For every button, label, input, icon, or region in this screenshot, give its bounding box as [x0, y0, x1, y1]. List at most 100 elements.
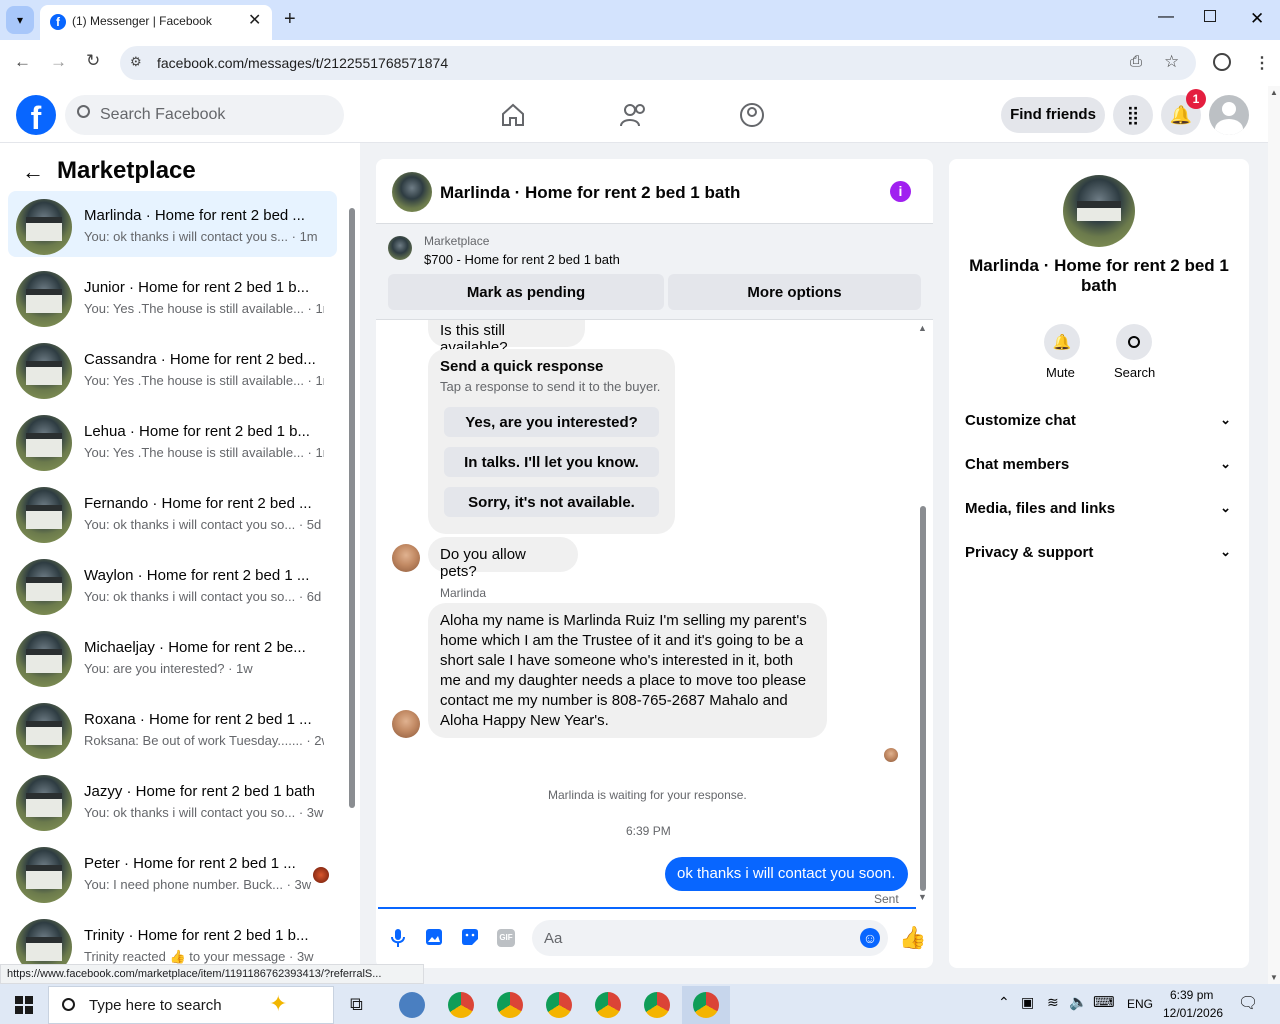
- chat-list-item-name: Jazyy · Home for rent 2 bed 1 bath: [84, 783, 315, 800]
- facebook-search-input[interactable]: Search Facebook: [65, 95, 344, 135]
- my-message-bubble[interactable]: ok thanks i will contact you soon.: [665, 857, 908, 891]
- chrome-icon[interactable]: [644, 992, 670, 1018]
- chat-list-item[interactable]: Jazyy · Home for rent 2 bed 1 bath You: o…: [8, 767, 337, 833]
- windows-start-icon[interactable]: [15, 996, 33, 1014]
- chat-list-item[interactable]: Waylon · Home for rent 2 bed 1 ... You: o…: [8, 551, 337, 617]
- more-options-button[interactable]: More options: [668, 274, 921, 310]
- message-bubble[interactable]: Is this still available?: [428, 320, 585, 356]
- quick-response-sorry-button[interactable]: Sorry, it's not available.: [444, 487, 659, 517]
- bookmark-star-icon[interactable]: ☆: [1164, 52, 1179, 72]
- facebook-favicon-icon: f: [50, 14, 66, 30]
- browser-tab[interactable]: f (1) Messenger | Facebook ✕: [40, 5, 272, 40]
- privacy-support-accordion[interactable]: Privacy & support ⌄: [965, 544, 1235, 561]
- new-tab-button[interactable]: +: [284, 8, 296, 31]
- minimize-button[interactable]: —: [1158, 8, 1174, 26]
- media-files-links-accordion[interactable]: Media, files and links ⌄: [965, 500, 1235, 517]
- chat-list-item-name: Fernando · Home for rent 2 bed ...: [84, 495, 312, 512]
- chat-list-item[interactable]: Cassandra · Home for rent 2 bed... You: Y…: [8, 335, 337, 401]
- taskbar-search-placeholder: Type here to search: [89, 997, 222, 1014]
- url-text: facebook.com/messages/t/2122551768571874: [157, 55, 449, 71]
- back-icon[interactable]: ←: [14, 52, 31, 72]
- chat-header-avatar[interactable]: [392, 172, 432, 212]
- listing-source: Marketplace: [424, 234, 490, 248]
- quick-response-yes-button[interactable]: Yes, are you interested?: [444, 407, 659, 437]
- back-arrow-icon[interactable]: ←: [22, 159, 44, 185]
- timestamp: 6:39 PM: [626, 824, 671, 838]
- chat-list-item[interactable]: Junior · Home for rent 2 bed 1 b... You: …: [8, 263, 337, 329]
- customize-chat-accordion[interactable]: Customize chat ⌄: [965, 412, 1235, 429]
- groups-icon[interactable]: [739, 102, 765, 128]
- chat-list-item-preview: You: Yes .The house is still available..…: [84, 445, 324, 460]
- chat-members-accordion[interactable]: Chat members ⌄: [965, 456, 1235, 473]
- sender-name: Marlinda: [440, 586, 487, 600]
- keyboard-icon[interactable]: ⌨: [1093, 993, 1115, 1011]
- quick-response-talks-button[interactable]: In talks. I'll let you know.: [444, 447, 659, 477]
- task-view-icon[interactable]: ⧉: [350, 994, 363, 1015]
- forward-icon[interactable]: →: [50, 52, 67, 72]
- tab-search-button[interactable]: ▾: [6, 6, 34, 34]
- emoji-icon[interactable]: ☺: [860, 928, 880, 948]
- chat-list-item-name: Lehua · Home for rent 2 bed 1 b...: [84, 423, 310, 440]
- gif-icon[interactable]: GIF: [497, 929, 515, 947]
- listing-avatar: [16, 487, 72, 543]
- chat-list-item[interactable]: Lehua · Home for rent 2 bed 1 b... You: Y…: [8, 407, 337, 473]
- friends-icon[interactable]: [619, 102, 647, 128]
- listing-avatar: [16, 631, 72, 687]
- taskbar-search-input[interactable]: Type here to search ✦: [48, 986, 334, 1024]
- restore-button[interactable]: [1204, 10, 1216, 22]
- page-scrollbar[interactable]: ▲ ▼: [1268, 86, 1280, 984]
- message-bubble-long[interactable]: Aloha my name is Marlinda Ruiz I'm selli…: [428, 603, 827, 738]
- tray-chevron-icon[interactable]: ⌃: [998, 994, 1010, 1011]
- chat-title[interactable]: Marlinda · Home for rent 2 bed 1 bath: [440, 183, 740, 203]
- chat-list-item[interactable]: Marlinda · Home for rent 2 bed ... You: o…: [8, 191, 337, 257]
- facebook-logo-icon[interactable]: f: [16, 95, 56, 135]
- reload-icon[interactable]: ↻: [86, 51, 100, 71]
- mute-button[interactable]: 🔔: [1044, 324, 1080, 360]
- menu-grid-button[interactable]: ⣿: [1113, 95, 1153, 135]
- info-icon[interactable]: i: [890, 181, 911, 202]
- account-avatar[interactable]: [1209, 95, 1249, 135]
- chat-list-item[interactable]: Michaeljay · Home for rent 2 be... You: a…: [8, 623, 337, 689]
- scrollbar[interactable]: [347, 198, 357, 808]
- listing-description[interactable]: $700 - Home for rent 2 bed 1 bath: [424, 252, 620, 267]
- message-scrollbar[interactable]: ▲ ▼: [917, 323, 929, 903]
- listing-avatar: [16, 271, 72, 327]
- chrome-icon[interactable]: [546, 992, 572, 1018]
- chevron-down-icon: ⌄: [1220, 412, 1231, 427]
- details-title: Marlinda · Home for rent 2 bed 1 bath: [969, 256, 1229, 295]
- chrome-icon[interactable]: [595, 992, 621, 1018]
- meet-icon[interactable]: ▣: [1021, 994, 1034, 1011]
- message-bubble[interactable]: Do you allow pets?: [428, 537, 578, 580]
- photo-icon[interactable]: [425, 928, 443, 946]
- volume-icon[interactable]: 🔈: [1069, 993, 1088, 1011]
- search-conversation-button[interactable]: [1116, 324, 1152, 360]
- message-input[interactable]: Aa ☺: [532, 920, 888, 956]
- wifi-icon[interactable]: ≋: [1047, 994, 1059, 1011]
- clock-date[interactable]: 12/01/2026: [1163, 1006, 1223, 1020]
- profile-icon[interactable]: [1213, 53, 1231, 71]
- site-info-icon[interactable]: ⚙: [130, 54, 142, 70]
- chat-list-item[interactable]: Fernando · Home for rent 2 bed ... You: o…: [8, 479, 337, 545]
- sticker-icon[interactable]: [461, 928, 479, 946]
- notification-center-icon[interactable]: 🗨: [1238, 993, 1258, 1013]
- chat-list-item-preview: You: I need phone number. Buck... · 3w: [84, 877, 312, 892]
- microphone-icon[interactable]: [390, 928, 406, 948]
- find-friends-button[interactable]: Find friends: [1001, 97, 1105, 133]
- like-icon[interactable]: 👍: [899, 925, 926, 951]
- language-indicator[interactable]: ENG: [1127, 997, 1153, 1011]
- install-app-icon[interactable]: ⎙: [1130, 53, 1142, 70]
- chat-list-item[interactable]: Roxana · Home for rent 2 bed 1 ... Roksan…: [8, 695, 337, 761]
- close-tab-icon[interactable]: ✕: [248, 10, 261, 30]
- chrome-icon[interactable]: [448, 992, 474, 1018]
- clock-time[interactable]: 6:39 pm: [1170, 988, 1213, 1002]
- mark-as-pending-button[interactable]: Mark as pending: [388, 274, 664, 310]
- chrome-icon[interactable]: [693, 992, 719, 1018]
- close-window-button[interactable]: ✕: [1250, 9, 1264, 29]
- home-icon[interactable]: [500, 102, 526, 128]
- browser-menu-icon[interactable]: ⋮: [1254, 53, 1270, 73]
- chat-list-item[interactable]: Peter · Home for rent 2 bed 1 ... You: I …: [8, 839, 337, 905]
- listing-avatar: [16, 199, 72, 255]
- app-icon[interactable]: [399, 992, 425, 1018]
- address-bar[interactable]: ⚙ facebook.com/messages/t/21225517685718…: [120, 46, 1196, 80]
- chrome-icon[interactable]: [497, 992, 523, 1018]
